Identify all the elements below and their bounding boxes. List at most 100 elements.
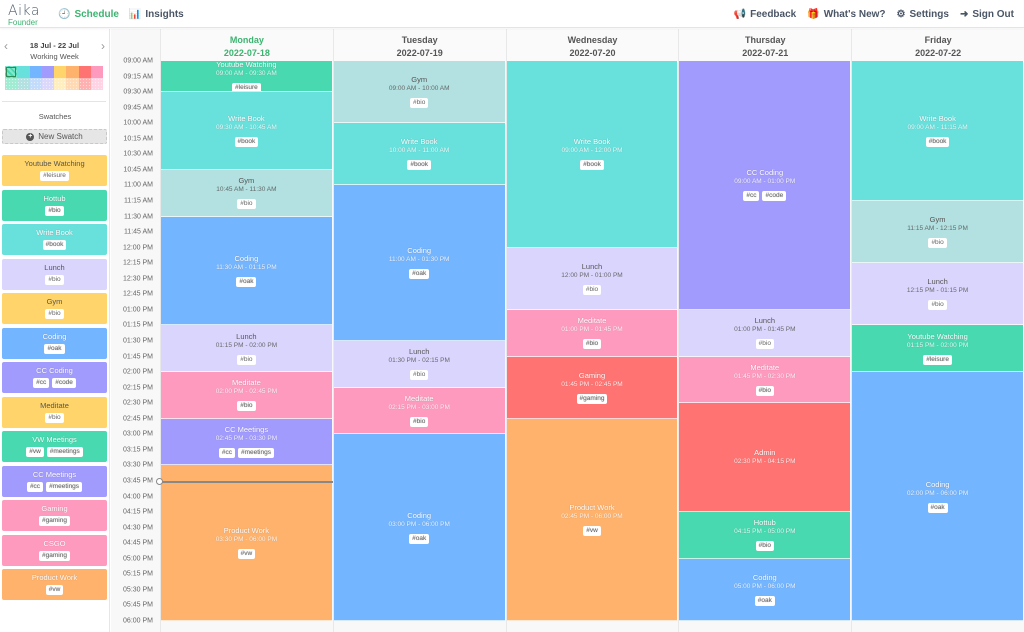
event-meditate[interactable]: Meditate 01:45 PM - 02:30 PM #bio [679, 356, 851, 404]
swatch-product-work[interactable]: Product Work #vw [2, 569, 107, 600]
palette-color[interactable] [5, 66, 18, 78]
nav-insights[interactable]: 📊 Insights [129, 9, 184, 20]
event-meditate[interactable]: Meditate 02:00 PM - 02:45 PM #bio [161, 372, 332, 419]
palette-color[interactable] [5, 78, 18, 90]
event-title: Product Work [223, 526, 270, 536]
day-date: 2022-07-21 [742, 48, 789, 58]
swatch-list: Youtube Watching #leisure Hottub #bio Write … [2, 155, 107, 604]
time-label: 11:00 AM [123, 181, 153, 189]
event-product-work[interactable]: Product Work 02:45 PM - 06:00 PM #vw [506, 418, 678, 621]
tag-list: #book [2, 240, 107, 250]
prev-week-icon[interactable]: ‹ [4, 40, 8, 52]
palette-color[interactable] [78, 66, 91, 78]
nav-schedule[interactable]: 🕘 Schedule [58, 9, 119, 20]
tag: #cc [33, 378, 50, 388]
bar-chart-icon: 📊 [128, 8, 142, 20]
event-time: 01:45 PM - 02:45 PM [561, 380, 623, 388]
event-gym[interactable]: Gym 09:00 AM - 10:00 AM #bio [333, 61, 505, 124]
event-title: CC Coding [746, 168, 784, 178]
nav-what-s-new[interactable]: 🎁 What's New? [807, 9, 885, 20]
event-gym[interactable]: Gym 11:15 AM - 12:15 PM #bio [852, 201, 1023, 264]
event-youtube-watching[interactable]: Youtube Watching 09:00 AM - 09:30 AM #leis… [161, 61, 332, 93]
swatch-name: CC Coding [36, 366, 73, 375]
swatch-coding[interactable]: Coding #oak [2, 327, 107, 359]
tag: #meetings [237, 448, 274, 459]
palette-color[interactable] [90, 78, 103, 90]
event-lunch[interactable]: Lunch 01:15 PM - 02:00 PM #bio [161, 325, 332, 373]
nav-sign-out[interactable]: ➜ Sign Out [960, 9, 1014, 20]
day-header: Friday 2022-07-22 [852, 29, 1024, 61]
event-meditate[interactable]: Meditate 01:00 PM - 01:45 PM #bio [506, 309, 678, 357]
palette-color[interactable] [78, 78, 91, 90]
event-title: Gym [238, 176, 255, 186]
event-time: 01:30 PM - 02:15 PM [388, 357, 450, 365]
event-coding[interactable]: Coding 05:00 PM - 06:00 PM #oak [679, 558, 851, 621]
swatch-csgo[interactable]: CSGO #gaming [2, 534, 107, 566]
palette-color[interactable] [66, 66, 79, 78]
palette-color[interactable] [66, 78, 79, 90]
nav-feedback[interactable]: 📢 Feedback [734, 9, 797, 20]
tag-list: #leisure [2, 171, 107, 181]
event-write-book[interactable]: Write Book 09:00 AM - 12:00 PM #book [506, 61, 678, 248]
event-lunch[interactable]: Lunch 12:15 PM - 01:15 PM #bio [852, 263, 1023, 326]
event-write-book[interactable]: Write Book 09:30 AM - 10:45 AM #book [161, 92, 332, 170]
app-logo[interactable]: Aika Founder [8, 3, 40, 27]
palette-color[interactable] [90, 66, 103, 78]
event-write-book[interactable]: Write Book 09:00 AM - 11:15 AM #book [852, 61, 1023, 201]
tag: #bio [755, 339, 774, 350]
tag: #book [925, 137, 950, 147]
event-gaming[interactable]: Gaming 01:45 PM - 02:45 PM #gaming [506, 356, 678, 419]
day-column-friday: Friday 2022-07-22 Write Book 09:00 AM - 11:… [851, 29, 1024, 632]
tag-list: #vw [2, 585, 107, 595]
tag: #book [580, 160, 604, 171]
swatch-cc-coding[interactable]: CC Coding #cc #code [2, 362, 107, 393]
palette-color[interactable] [29, 66, 42, 78]
event-cc-coding[interactable]: CC Coding 09:00 AM - 01:00 PM #cc #code [679, 61, 851, 310]
swatch-write-book[interactable]: Write Book #book [2, 224, 107, 255]
event-coding[interactable]: Coding 03:00 PM - 06:00 PM #oak [333, 434, 505, 621]
event-product-work[interactable]: Product Work 03:30 PM - 06:00 PM #vw [161, 465, 332, 621]
next-week-icon[interactable]: › [101, 40, 105, 52]
event-gym[interactable]: Gym 10:45 AM - 11:30 AM #bio [161, 169, 332, 217]
event-admin[interactable]: Admin 02:30 PM - 04:15 PM [679, 403, 851, 513]
event-cc-meetings[interactable]: CC Meetings 02:45 PM - 03:30 PM #cc #meetin… [161, 418, 332, 466]
event-lunch[interactable]: Lunch 01:00 PM - 01:45 PM #bio [679, 309, 851, 357]
event-coding[interactable]: Coding 11:30 AM - 01:15 PM #oak [161, 216, 332, 326]
palette-color[interactable] [17, 78, 30, 90]
tag-list: #bio [237, 199, 256, 210]
swatch-hottub[interactable]: Hottub #bio [2, 189, 107, 221]
event-hottub[interactable]: Hottub 04:15 PM - 05:00 PM #bio [679, 512, 851, 559]
palette-color[interactable] [17, 66, 30, 78]
event-lunch[interactable]: Lunch 12:00 PM - 01:00 PM #bio [506, 247, 678, 310]
swatch-gaming[interactable]: Gaming #gaming [2, 500, 107, 531]
swatch-cc-meetings[interactable]: CC Meetings #cc #meetings [2, 465, 107, 497]
day-name: Thursday [745, 35, 786, 45]
event-lunch[interactable]: Lunch 01:30 PM - 02:15 PM #bio [333, 341, 505, 388]
event-write-book[interactable]: Write Book 10:00 AM - 11:00 AM #book [333, 123, 505, 186]
event-title: Gym [929, 215, 946, 225]
tag-list: #cc #meetings [218, 448, 274, 459]
event-coding[interactable]: Coding 02:00 PM - 06:00 PM #oak [852, 372, 1023, 621]
swatch-meditate[interactable]: Meditate #bio [2, 396, 107, 428]
palette-color[interactable] [41, 66, 54, 78]
swatch-lunch[interactable]: Lunch #bio [2, 258, 107, 290]
tag-list: #leisure [923, 354, 952, 365]
event-coding[interactable]: Coding 11:00 AM - 01:30 PM #oak [333, 185, 505, 341]
nav-settings[interactable]: ⚙ Settings [897, 9, 949, 20]
new-swatch-button[interactable]: + New Swatch [2, 129, 107, 144]
color-palette [5, 66, 103, 90]
swatch-vw-meetings[interactable]: VW Meetings #vw #meetings [2, 431, 107, 462]
time-label: 03:45 PM [123, 477, 153, 485]
nav-label: Settings [909, 8, 949, 20]
swatch-gym[interactable]: Gym #bio [2, 293, 107, 324]
event-youtube-watching[interactable]: Youtube Watching 01:15 PM - 02:00 PM #leis… [852, 325, 1023, 373]
tag: #vw [26, 447, 44, 457]
swatch-youtube-watching[interactable]: Youtube Watching #leisure [2, 155, 107, 186]
palette-color[interactable] [54, 66, 67, 78]
day-date: 2022-07-19 [396, 48, 443, 58]
palette-color[interactable] [54, 78, 67, 90]
palette-color[interactable] [41, 78, 54, 90]
event-meditate[interactable]: Meditate 02:15 PM - 03:00 PM #bio [333, 387, 505, 435]
event-time: 05:00 PM - 06:00 PM [734, 582, 796, 590]
palette-color[interactable] [29, 78, 42, 90]
